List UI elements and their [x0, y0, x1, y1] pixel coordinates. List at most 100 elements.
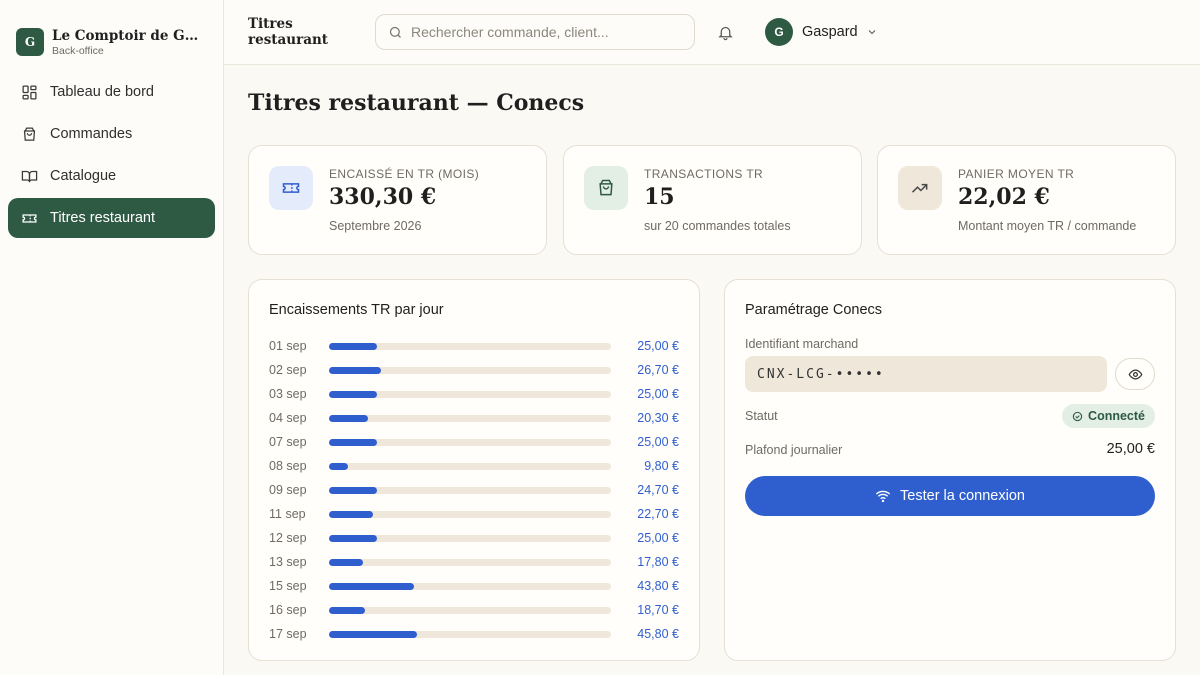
sidebar: G Le Comptoir de Gaspard Back-office Tab… [0, 0, 224, 675]
sidebar-item-meal-vouchers[interactable]: Titres restaurant [8, 198, 215, 238]
bar-value-label: 43,80 € [637, 579, 679, 593]
stat-card-collected: Encaissé en TR (mois) 330,30 € Septembre… [248, 145, 547, 255]
avatar: G [765, 18, 793, 46]
bar [329, 558, 364, 566]
search-input[interactable] [411, 24, 671, 40]
bar-track [329, 366, 611, 374]
bar-row: 04 sep 20,30 € [269, 406, 679, 430]
stat-sub: sur 20 commandes totales [644, 219, 791, 233]
bar-row: 13 sep 17,80 € [269, 550, 679, 574]
bar-date-label: 03 sep [269, 387, 307, 401]
stat-label: Encaissé en TR (mois) [329, 167, 480, 181]
status-label: Statut [745, 409, 778, 423]
bar-value-label: 18,70 € [637, 603, 679, 617]
bar-row: 09 sep 24,70 € [269, 478, 679, 502]
stat-value: 22,02 € [958, 184, 1050, 210]
bar-value-label: 25,00 € [637, 339, 679, 353]
eye-icon [1128, 367, 1143, 382]
user-menu[interactable]: G Gaspard [765, 18, 878, 46]
bar-value-label: 22,70 € [637, 507, 679, 521]
bar-track [329, 630, 611, 638]
bar-track [329, 390, 611, 398]
bar-row: 08 sep 9,80 € [269, 454, 679, 478]
bar-date-label: 09 sep [269, 483, 307, 497]
stat-value: 15 [644, 184, 675, 210]
bar [329, 582, 414, 590]
bar-track [329, 342, 611, 350]
bar [329, 486, 377, 494]
merchant-id-label: Identifiant marchand [745, 337, 859, 351]
bar-row: 12 sep 25,00 € [269, 526, 679, 550]
sidebar-item-label: Tableau de bord [50, 84, 154, 100]
bar-date-label: 04 sep [269, 411, 307, 425]
stat-value: 330,30 € [329, 184, 437, 210]
stat-sub: Montant moyen TR / commande [958, 219, 1137, 233]
wifi-icon [875, 488, 900, 504]
daily-collections-card: Encaissements TR par jour 01 sep 25,00 €0… [248, 279, 700, 661]
status-badge: Connecté [1062, 404, 1155, 428]
bar-track [329, 606, 611, 614]
show-merchant-id-button[interactable] [1115, 358, 1155, 390]
bar [329, 462, 348, 470]
bar-track [329, 486, 611, 494]
bar-value-label: 26,70 € [637, 363, 679, 377]
bar-row: 16 sep 18,70 € [269, 598, 679, 622]
bar-value-label: 17,80 € [637, 555, 679, 569]
bar-date-label: 17 sep [269, 627, 307, 641]
bar-track [329, 438, 611, 446]
bar-value-label: 9,80 € [644, 459, 679, 473]
stat-card-average-basket: Panier moyen TR 22,02 € Montant moyen TR… [877, 145, 1176, 255]
conecs-settings-card: Paramétrage Conecs Identifiant marchand … [724, 279, 1176, 661]
bar-date-label: 01 sep [269, 339, 307, 353]
brand[interactable]: G Le Comptoir de Gaspard Back-office [0, 0, 223, 64]
brand-logo: G [16, 28, 44, 56]
bar-date-label: 07 sep [269, 435, 307, 449]
card-title: Paramétrage Conecs [745, 302, 883, 318]
search-icon [388, 25, 403, 40]
bar-date-label: 02 sep [269, 363, 307, 377]
dashboard-icon [20, 83, 38, 101]
bar-date-label: 13 sep [269, 555, 307, 569]
stat-label: Panier moyen TR [958, 167, 1075, 181]
bar-row: 17 sep 45,80 € [269, 622, 679, 646]
check-circle-icon [1072, 411, 1088, 422]
user-name: Gaspard [802, 24, 858, 40]
stat-sub: Septembre 2026 [329, 219, 422, 233]
page-title: Titres restaurant — Conecs [248, 90, 585, 116]
daily-ceiling-value: 25,00 € [1106, 441, 1155, 457]
search-box[interactable] [375, 14, 695, 50]
sidebar-item-catalog[interactable]: Catalogue [8, 156, 215, 196]
bar-track [329, 534, 611, 542]
bar-value-label: 20,30 € [637, 411, 679, 425]
bar-track [329, 462, 611, 470]
bar [329, 510, 373, 518]
sidebar-item-label: Catalogue [50, 168, 117, 184]
topbar: Titres restaurant G Gaspard [224, 0, 1200, 65]
bar-value-label: 45,80 € [637, 627, 679, 641]
book-icon [20, 167, 38, 185]
bar-row: 01 sep 25,00 € [269, 334, 679, 358]
shopping-bag-icon [584, 166, 628, 210]
test-connection-button[interactable]: Tester la connexion [745, 476, 1155, 516]
sidebar-item-orders[interactable]: Commandes [8, 114, 215, 154]
ticket-icon [20, 209, 38, 227]
sidebar-item-label: Commandes [50, 126, 133, 142]
bar [329, 414, 369, 422]
header-title: Titres restaurant [248, 16, 329, 48]
notification-bell-icon[interactable] [715, 22, 735, 42]
trending-up-icon [898, 166, 942, 210]
daily-bar-chart: 01 sep 25,00 €02 sep 26,70 €03 sep 25,00 €0… [269, 334, 679, 646]
bar-date-label: 08 sep [269, 459, 307, 473]
test-connection-label: Tester la connexion [900, 488, 1025, 504]
bar [329, 438, 378, 446]
bar-date-label: 15 sep [269, 579, 307, 593]
bar [329, 630, 418, 638]
shopping-bag-icon [20, 125, 38, 143]
bar-value-label: 25,00 € [637, 435, 679, 449]
bar-track [329, 510, 611, 518]
sidebar-item-dashboard[interactable]: Tableau de bord [8, 72, 215, 112]
bar-date-label: 12 sep [269, 531, 307, 545]
merchant-id-field[interactable]: CNX-LCG-••••• [745, 356, 1107, 392]
daily-ceiling-label: Plafond journalier [745, 443, 843, 457]
sidebar-item-label: Titres restaurant [50, 210, 156, 226]
